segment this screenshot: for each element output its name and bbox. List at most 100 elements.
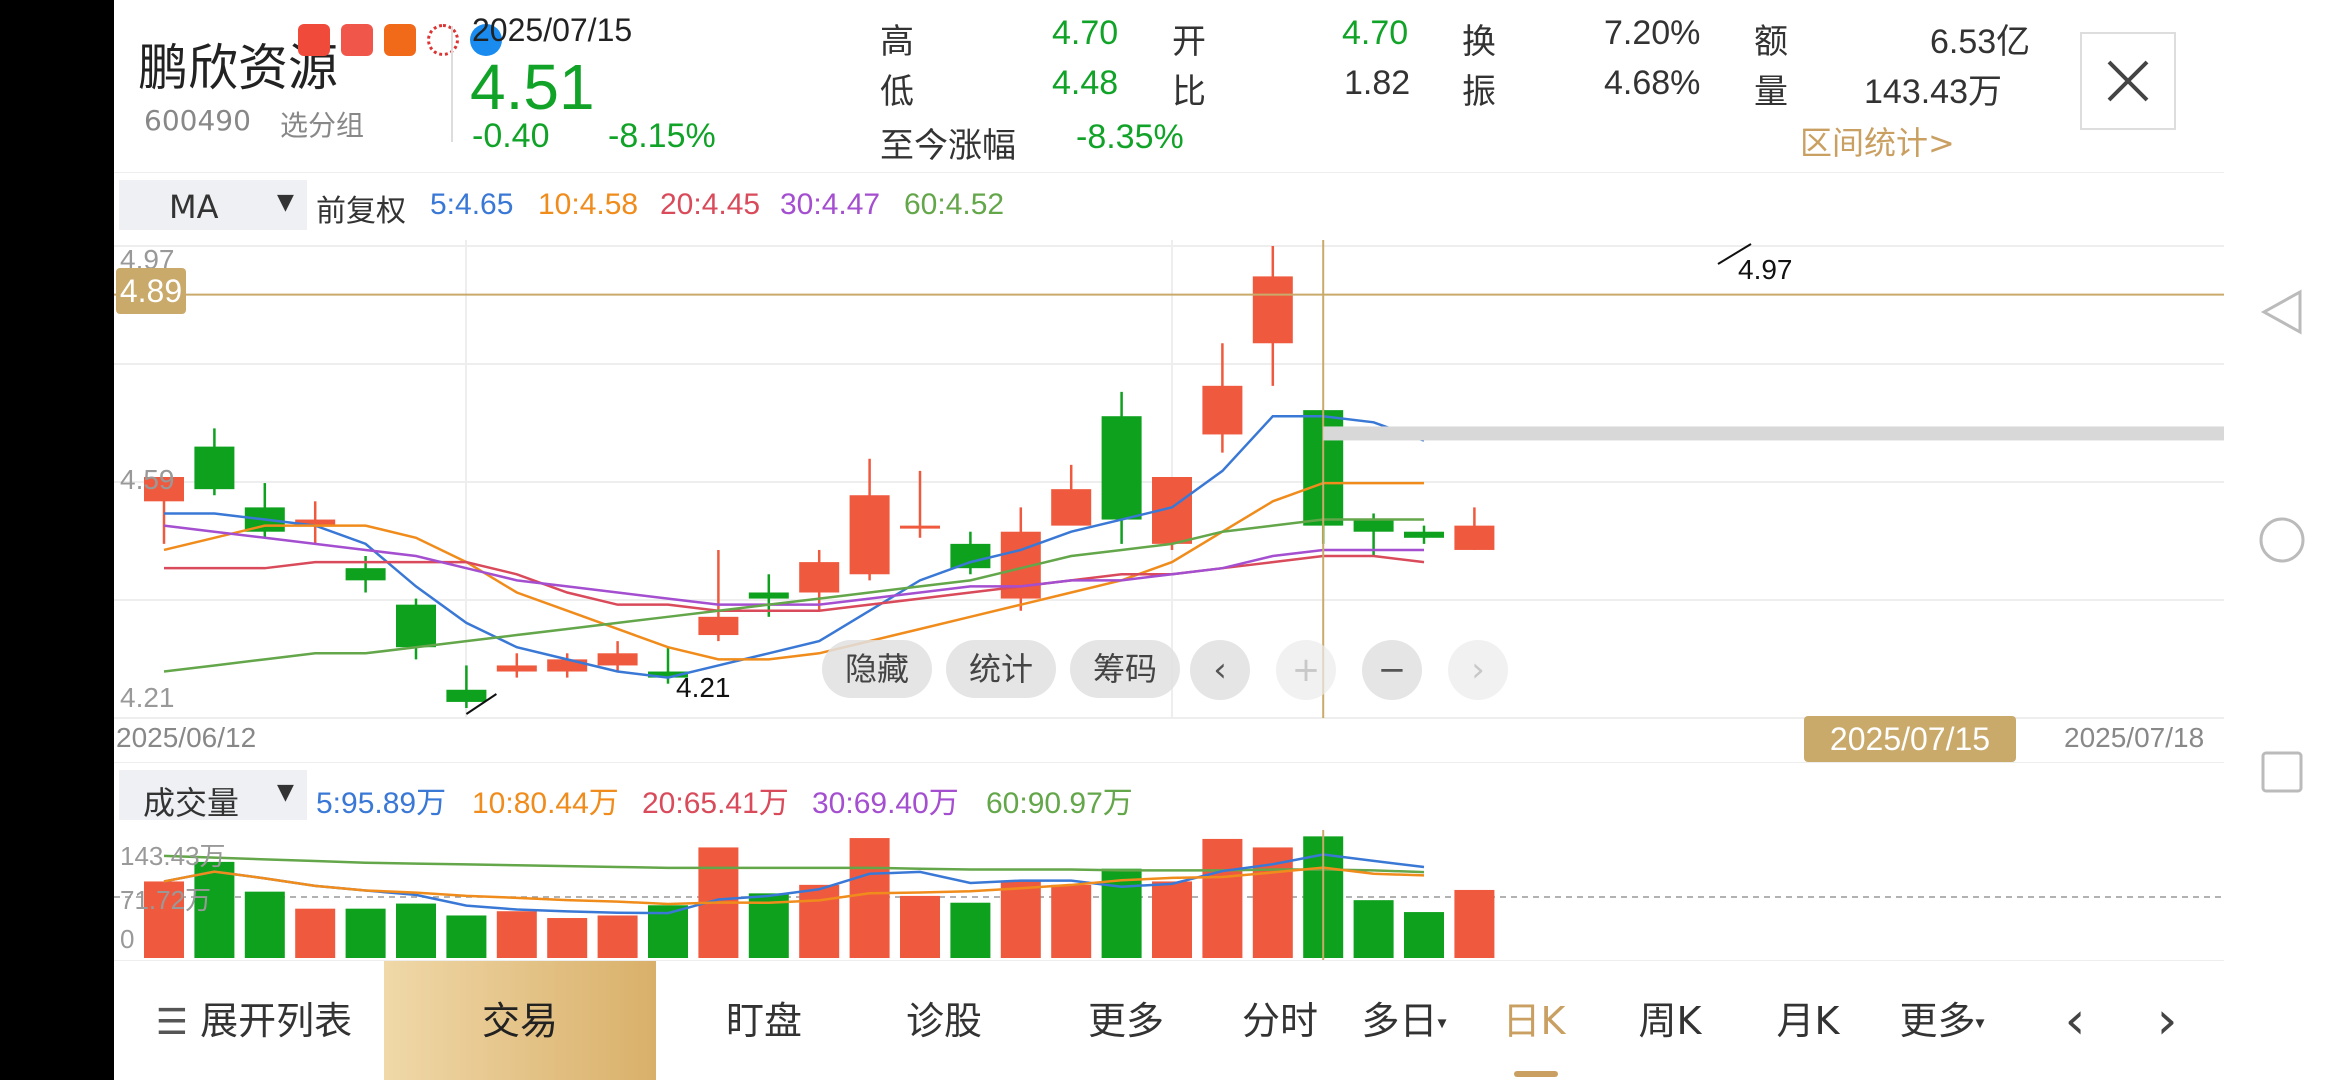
- hk-connect-tag-icon: [341, 24, 374, 56]
- sector-tag-icon: [427, 24, 460, 56]
- ma30-line: [163, 524, 1424, 606]
- header-divider: [451, 26, 453, 142]
- min-price-label: 4.21: [676, 672, 731, 703]
- candle-body: [547, 659, 588, 672]
- back-nav-icon[interactable]: [2260, 288, 2304, 336]
- candle-body: [1202, 385, 1243, 435]
- list-menu-icon: ☰: [155, 1002, 189, 1043]
- volume-indicator-selector[interactable]: 成交量 ▼: [119, 770, 307, 822]
- ratio-value: 1.82: [1344, 64, 1411, 102]
- adjust-mode[interactable]: 前复权: [316, 186, 406, 230]
- volume-bar: [1404, 912, 1444, 958]
- chart-next-button[interactable]: ›: [1448, 640, 1508, 700]
- expand-list-label: 展开列表: [200, 999, 353, 1043]
- volume-bar: [849, 838, 890, 958]
- amplitude-label: 振: [1462, 72, 1496, 112]
- open-label: 开: [1172, 22, 1206, 62]
- candle-body: [597, 653, 638, 666]
- candle-body: [446, 689, 487, 702]
- prior-close-band: [1323, 426, 2224, 441]
- tab-multiday[interactable]: 多日▾: [1344, 961, 1464, 1080]
- max-price-label: 4.97: [1738, 254, 1793, 285]
- high-value: 4.70: [1052, 14, 1119, 52]
- bottom-toolbar: ☰ 展开列表 交易 盯盘 诊股 更多 分时 多日▾ 日K 周K 月K 更多▾ ‹…: [114, 960, 2224, 1080]
- candle-body: [194, 446, 235, 490]
- amplitude-value: 4.68%: [1604, 64, 1701, 102]
- open-value: 4.70: [1342, 14, 1409, 52]
- chart-prev-button[interactable]: ‹: [1190, 640, 1250, 700]
- tabs-next-button[interactable]: ›: [2132, 961, 2202, 1080]
- watch-button[interactable]: 盯盘: [676, 961, 852, 1080]
- volume-bar: [446, 915, 487, 958]
- volume-label: 量: [1754, 72, 1788, 112]
- hide-button[interactable]: 隐藏: [822, 640, 932, 698]
- active-tab-indicator: [1514, 1071, 1558, 1077]
- indicator-selector[interactable]: MA ▼: [119, 180, 307, 230]
- expand-list-button[interactable]: ☰ 展开列表: [134, 961, 374, 1080]
- candle-body: [698, 616, 739, 636]
- low-value: 4.48: [1052, 64, 1119, 102]
- recents-nav-icon[interactable]: [2260, 750, 2304, 794]
- candle-body: [1101, 416, 1142, 520]
- zoom-in-button[interactable]: +: [1276, 640, 1336, 700]
- margin-tag-icon: [298, 24, 330, 56]
- candle-body: [345, 568, 386, 581]
- ratio-label: 比: [1172, 72, 1206, 112]
- candle-body: [799, 562, 840, 593]
- range-stats-link[interactable]: 区间统计>: [1800, 118, 1955, 164]
- tab-multiday-label: 多日: [1361, 999, 1438, 1043]
- ytd-value: -8.35%: [1076, 118, 1184, 156]
- ma20-legend: 20:4.45: [660, 188, 761, 221]
- tab-more-periods-label: 更多: [1899, 999, 1976, 1043]
- volume-bar: [244, 891, 285, 958]
- volume-zero-label: 0: [120, 924, 135, 954]
- candle-body: [900, 525, 940, 529]
- volume-dropdown-arrow-icon: ▼: [277, 780, 294, 805]
- volume-bar: [1000, 881, 1041, 958]
- turnover-label: 换: [1462, 22, 1496, 62]
- header-separator: [114, 172, 2224, 173]
- volume-bar: [496, 911, 537, 958]
- candle-body: [496, 665, 537, 672]
- ma10-legend: 10:4.58: [538, 188, 639, 221]
- chips-button[interactable]: 筹码: [1070, 640, 1180, 698]
- candle-body: [1353, 519, 1394, 532]
- home-nav-icon[interactable]: [2258, 516, 2306, 564]
- tab-more-periods[interactable]: 更多▾: [1882, 961, 2002, 1080]
- close-button[interactable]: [2080, 32, 2176, 130]
- volume-bar: [597, 915, 638, 958]
- volume-bar: [1051, 884, 1092, 958]
- volume-selector-label: 成交量: [143, 784, 240, 822]
- stock-code: 600490: [144, 104, 251, 137]
- tab-day-k[interactable]: 日K: [1478, 961, 1590, 1080]
- diagnose-button[interactable]: 诊股: [856, 961, 1032, 1080]
- tab-intraday[interactable]: 分时: [1210, 961, 1350, 1080]
- ma5-legend: 5:4.65: [430, 188, 514, 221]
- volume-chart[interactable]: [114, 830, 2224, 960]
- end-date-label: 2025/07/18: [2064, 722, 2205, 753]
- y-mid-label: 4.59: [120, 464, 175, 495]
- low-label: 低: [880, 72, 914, 112]
- last-price: 4.51: [470, 51, 595, 123]
- volume-bar: [1202, 838, 1243, 958]
- volume-bar: [950, 902, 991, 958]
- zoom-out-button[interactable]: −: [1362, 640, 1422, 700]
- ytd-label: 至今涨幅: [880, 126, 1016, 166]
- vol5-legend: 5:95.89万: [316, 787, 447, 820]
- turnover-value: 7.20%: [1604, 14, 1701, 52]
- more-button[interactable]: 更多: [1038, 961, 1214, 1080]
- volume-value: 143.43万: [1864, 73, 2002, 111]
- select-group-link[interactable]: 选分组: [280, 104, 364, 144]
- ma60-legend: 60:4.52: [904, 188, 1005, 221]
- dropdown-arrow-icon: ▼: [277, 190, 294, 215]
- stats-button[interactable]: 统计: [946, 640, 1056, 698]
- tab-week-k[interactable]: 周K: [1614, 961, 1726, 1080]
- tab-month-k[interactable]: 月K: [1752, 961, 1864, 1080]
- tabs-prev-button[interactable]: ‹: [2040, 961, 2110, 1080]
- ma30-legend: 30:4.47: [780, 188, 881, 221]
- trade-button[interactable]: 交易: [384, 961, 656, 1080]
- amount-label: 额: [1754, 22, 1788, 62]
- volume-mid-label: 71.72万: [120, 885, 212, 915]
- crosshair-price-tag: 4.89: [116, 268, 186, 314]
- candle-body: [1404, 531, 1444, 538]
